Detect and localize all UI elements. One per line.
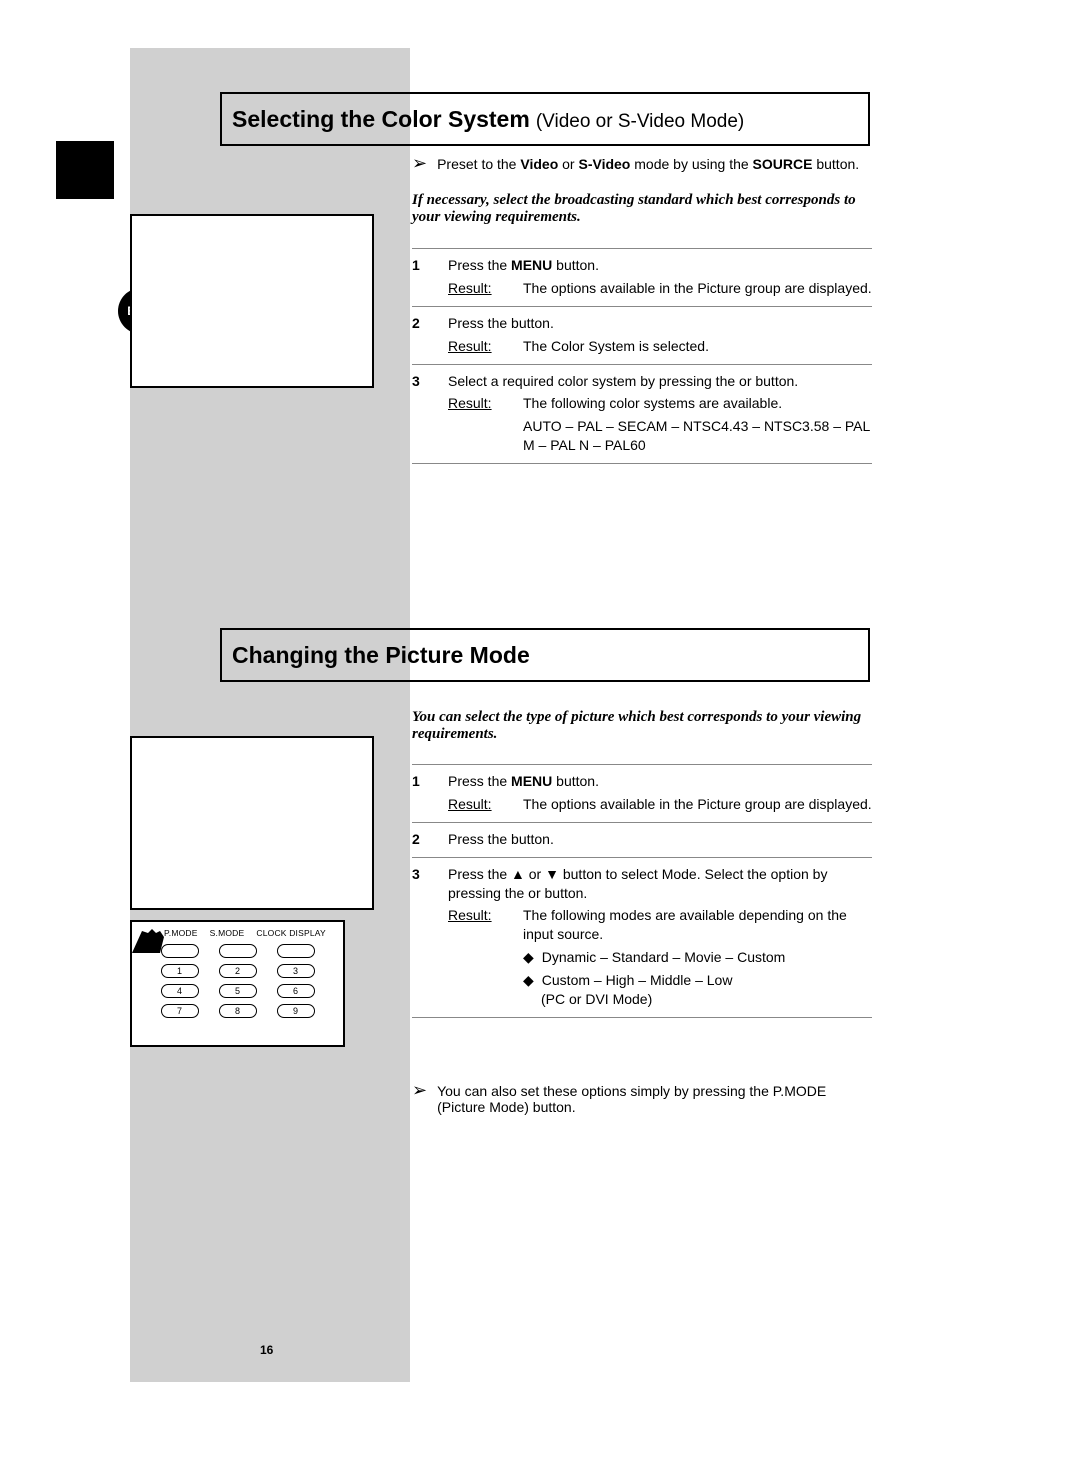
section2-steps: 1 Press the MENU button. Result: The opt… <box>412 764 872 1018</box>
result-label: Result: <box>448 337 523 356</box>
result-label: Result: <box>448 795 523 814</box>
step: 3 Select a required color system by pres… <box>412 365 872 465</box>
step-num: 3 <box>412 372 448 456</box>
step: 3 Press the ▲ or ▼ button to select Mode… <box>412 858 872 1018</box>
result-label: Result: <box>448 279 523 298</box>
remote-blank-button <box>219 944 257 958</box>
section1-subtitle: (Video or S-Video Mode) <box>536 111 744 132</box>
remote-illustration: P.MODE S.MODE CLOCK DISPLAY 1 2 3 4 5 6 … <box>130 920 345 1047</box>
preset-note: ➢ Preset to the Video or S-Video mode by… <box>412 156 882 172</box>
color-systems-list: AUTO – PAL – SECAM – NTSC4.43 – NTSC3.58… <box>523 417 872 455</box>
section2-title: Changing the Picture Mode <box>232 642 530 669</box>
illustration-2 <box>130 736 374 910</box>
step-num: 2 <box>412 314 448 356</box>
remote-key: 5 <box>219 984 257 998</box>
remote-key: 8 <box>219 1004 257 1018</box>
remote-key: 7 <box>161 1004 199 1018</box>
footer-note: ➢ You can also set these options simply … <box>412 1083 872 1115</box>
arrow-icon: ➢ <box>412 1083 427 1115</box>
result-label: Result: <box>448 906 523 944</box>
remote-label: CLOCK DISPLAY <box>256 928 326 938</box>
mode-list-pc: Custom – High – Middle – Low <box>542 972 733 988</box>
result-label: Result: <box>448 394 523 413</box>
step: 2 Press the button. <box>412 823 872 858</box>
lang-badge-bg: ENG <box>56 141 114 199</box>
remote-key: 4 <box>161 984 199 998</box>
section2-intro: You can select the type of picture which… <box>412 709 872 743</box>
remote-key: 6 <box>277 984 315 998</box>
section1-intro: If necessary, select the broadcasting st… <box>412 192 872 226</box>
remote-blank-button <box>277 944 315 958</box>
section2-title-box: Changing the Picture Mode <box>220 628 870 682</box>
hand-pointer-icon <box>130 924 170 956</box>
remote-key: 2 <box>219 964 257 978</box>
section1-title: Selecting the Color System(Video or S-Vi… <box>232 106 744 133</box>
step-num: 1 <box>412 256 448 298</box>
remote-key: 1 <box>161 964 199 978</box>
arrow-icon: ➢ <box>412 156 427 170</box>
remote-key: 3 <box>277 964 315 978</box>
remote-label: S.MODE <box>210 928 245 938</box>
step-num: 1 <box>412 772 448 814</box>
mode-list: Dynamic – Standard – Movie – Custom <box>542 949 786 965</box>
page-marker <box>249 1362 291 1382</box>
step-num: 2 <box>412 830 448 849</box>
section1-title-box: Selecting the Color System(Video or S-Vi… <box>220 92 870 146</box>
illustration-1 <box>130 214 374 388</box>
step: 2 Press the button. Result: The Color Sy… <box>412 307 872 365</box>
step: 1 Press the MENU button. Result: The opt… <box>412 765 872 823</box>
remote-key: 9 <box>277 1004 315 1018</box>
step-num: 3 <box>412 865 448 1009</box>
section1-steps: 1 Press the MENU button. Result: The opt… <box>412 248 872 464</box>
step: 1 Press the MENU button. Result: The opt… <box>412 249 872 307</box>
page-number: 16 <box>260 1343 273 1357</box>
